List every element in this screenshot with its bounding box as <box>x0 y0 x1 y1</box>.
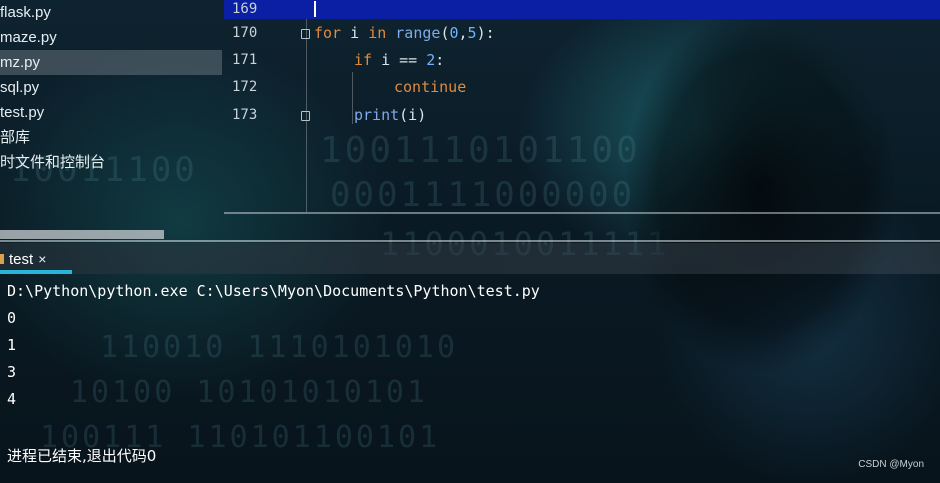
console-output-line: 3 <box>7 363 17 381</box>
editor-bottom-border <box>224 212 940 214</box>
tree-item-flask[interactable]: flask.py <box>0 0 222 25</box>
indent-guide <box>352 72 353 124</box>
console-output-line: 4 <box>7 390 17 408</box>
code-function: range <box>386 24 441 42</box>
keyword-for: for <box>314 24 342 42</box>
run-console-output[interactable]: D:\Python\python.exe C:\Users\Myon\Docum… <box>0 276 940 483</box>
code-number: 5 <box>467 24 477 42</box>
run-tab-active-indicator <box>0 270 72 274</box>
tree-item-scratches-consoles[interactable]: 时文件和控制台 <box>0 150 222 175</box>
code-condition: i == <box>372 51 427 69</box>
run-tab-label: test <box>9 250 34 268</box>
fold-icon[interactable] <box>301 111 310 121</box>
code-variable: i <box>341 24 369 42</box>
project-tree: flask.py maze.py mz.py sql.py test.py 部库… <box>0 0 222 240</box>
code-line-172[interactable]: 172 continue <box>224 74 940 101</box>
code-text: for i in range(0,5): <box>314 20 495 47</box>
tree-horizontal-scrollbar[interactable] <box>0 230 164 239</box>
tree-item-external-libraries[interactable]: 部库 <box>0 125 222 150</box>
line-number: 169 <box>232 1 258 17</box>
keyword-continue: continue <box>394 78 467 96</box>
fold-icon[interactable] <box>301 29 310 39</box>
watermark-text: CSDN @Myon⁠ <box>858 459 924 470</box>
code-function: print <box>354 106 400 124</box>
line-number: 171 <box>232 52 258 68</box>
code-line-173[interactable]: 173 print(i) <box>224 102 940 129</box>
code-line-170[interactable]: 170 for i in range(0,5): <box>224 20 940 47</box>
code-editor[interactable]: 169 170 for i in range(0,5): 171 if i ==… <box>224 0 940 212</box>
tree-item-sql[interactable]: sql.py <box>0 75 222 100</box>
tree-item-test[interactable]: test.py <box>0 100 222 125</box>
keyword-in: in <box>368 24 387 42</box>
line-number: 173 <box>232 107 258 123</box>
keyword-if: if <box>354 51 373 69</box>
code-text: continue <box>394 74 466 101</box>
python-icon <box>0 254 4 264</box>
code-line-171[interactable]: 171 if i == 2: <box>224 47 940 74</box>
line-number: 170 <box>232 25 258 41</box>
text-cursor <box>314 1 316 17</box>
tree-item-mz[interactable]: mz.py <box>0 50 222 75</box>
console-command-line: D:\Python\python.exe C:\Users\Myon\Docum… <box>7 282 540 300</box>
code-text: print(i) <box>354 102 426 129</box>
code-punct: : <box>435 51 445 69</box>
code-punct: , <box>458 24 468 42</box>
code-punct: (i) <box>399 106 427 124</box>
run-tab-test[interactable]: test × <box>0 247 72 271</box>
tree-item-maze[interactable]: maze.py <box>0 25 222 50</box>
run-tab-bar: test × <box>0 243 940 274</box>
console-output-line: 1 <box>7 336 17 354</box>
code-number: 0 <box>449 24 459 42</box>
close-icon[interactable]: × <box>38 251 46 267</box>
code-text: if i == 2: <box>354 47 444 74</box>
console-exit-message: 进程已结束,退出代码0 <box>7 447 157 465</box>
code-line-169[interactable]: 169 <box>224 0 940 19</box>
run-panel-divider[interactable] <box>0 240 940 242</box>
code-number: 2 <box>426 51 436 69</box>
line-number: 172 <box>232 79 258 95</box>
code-punct: ): <box>476 24 495 42</box>
console-output-line: 0 <box>7 309 17 327</box>
